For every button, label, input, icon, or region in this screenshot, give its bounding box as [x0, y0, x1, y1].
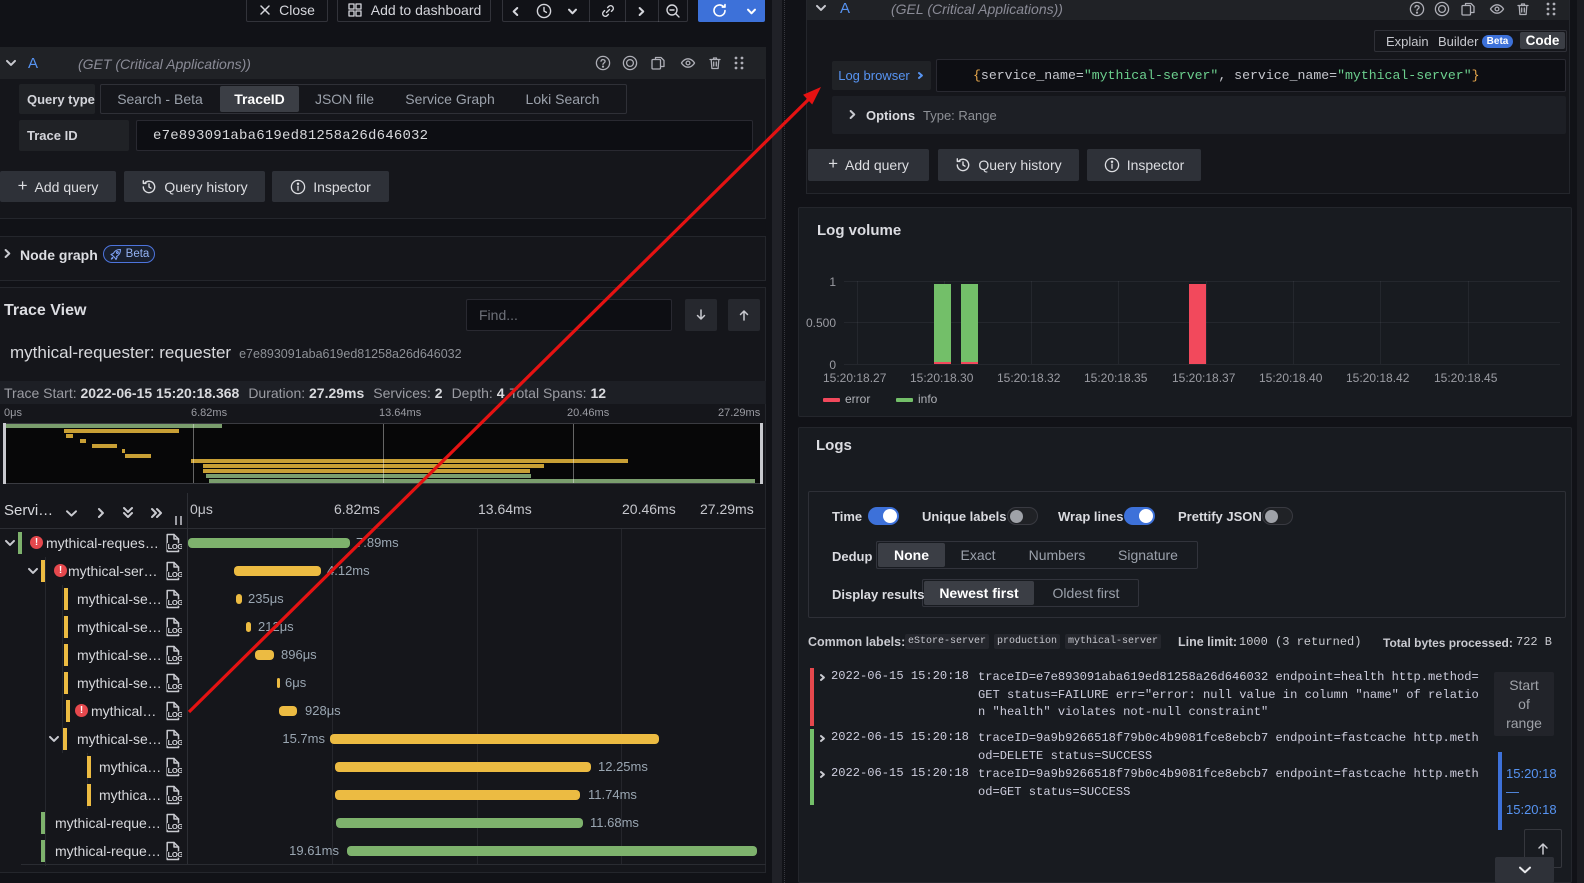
svg-text:LOG: LOG — [168, 570, 182, 579]
svg-text:LOG: LOG — [168, 710, 182, 719]
svg-text:LOG: LOG — [168, 738, 182, 747]
svg-text:LOG: LOG — [168, 766, 182, 775]
svg-text:LOG: LOG — [168, 598, 182, 607]
svg-text:LOG: LOG — [168, 682, 182, 691]
svg-text:LOG: LOG — [168, 542, 182, 551]
svg-text:LOG: LOG — [168, 654, 182, 663]
svg-text:LOG: LOG — [168, 850, 182, 859]
svg-text:LOG: LOG — [168, 794, 182, 803]
svg-text:LOG: LOG — [168, 822, 182, 831]
svg-text:LOG: LOG — [168, 626, 182, 635]
